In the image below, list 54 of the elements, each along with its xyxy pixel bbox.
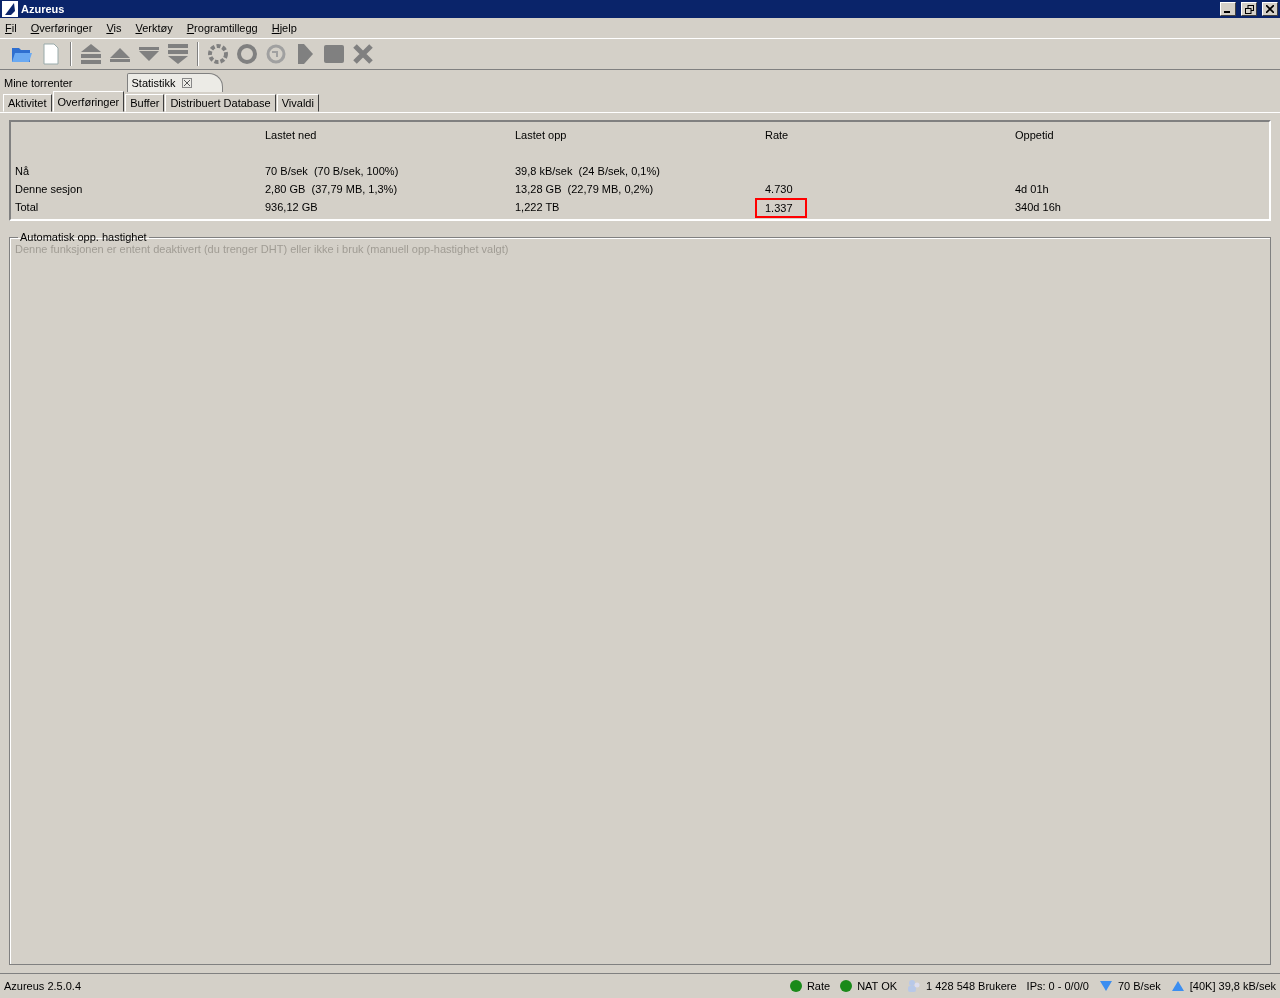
- highlighted-value: 1.337: [755, 198, 807, 218]
- window-title: Azureus: [21, 3, 66, 15]
- restore-icon: [1244, 4, 1254, 14]
- status-text: IPs: 0 - 0/0/0: [1026, 980, 1089, 992]
- download-arrow-icon: [1098, 980, 1113, 992]
- row-label: Nå: [15, 164, 31, 179]
- tab[interactable]: Aktivitet: [3, 94, 52, 112]
- close-icon[interactable]: [181, 78, 192, 88]
- menu-item[interactable]: Hjelp: [271, 22, 297, 34]
- status-text: [40K] 39,8 kB/sek: [1189, 980, 1276, 992]
- menu-item[interactable]: Programtillegg: [186, 22, 258, 34]
- status-text: NAT OK: [857, 980, 898, 992]
- table-cell-text: 39,8 kB/sek (24 B/sek, 0,1%): [515, 164, 661, 179]
- upload-arrow-icon: [1170, 980, 1185, 992]
- menu-item[interactable]: Verktøy: [135, 22, 173, 34]
- status-text: Rate: [806, 980, 831, 992]
- menu-item[interactable]: Overføringer: [30, 22, 93, 34]
- menu-item[interactable]: Vis: [106, 22, 122, 34]
- tab[interactable]: Buffer: [125, 94, 165, 112]
- stop-icon[interactable]: [322, 42, 346, 66]
- table-cell-text: 4d 01h: [1015, 182, 1050, 197]
- view-tab[interactable]: Statistikk: [127, 73, 223, 92]
- table-cell-text: 340d 16h: [1015, 200, 1062, 215]
- version-label: Azureus 2.5.0.4: [4, 980, 83, 992]
- status-text: 70 B/sek: [1117, 980, 1161, 992]
- users-icon: [907, 979, 922, 993]
- table-cell-text: 1,222 TB: [515, 200, 561, 215]
- table-cell-text: 4.730: [765, 182, 794, 197]
- view-tab[interactable]: Mine torrenter: [0, 73, 104, 92]
- tab[interactable]: Overføringer: [52, 91, 125, 112]
- column-header: Lastet ned: [265, 128, 318, 143]
- close-icon: [1266, 5, 1274, 13]
- move-bottom-icon[interactable]: [166, 42, 190, 66]
- group-title: Automatisk opp. hastighet: [19, 231, 148, 243]
- column-header: Oppetid: [1015, 128, 1055, 143]
- row-label: Denne sesjon: [15, 182, 84, 197]
- restore-button[interactable]: [1241, 2, 1257, 16]
- menu-item[interactable]: Fil: [5, 22, 17, 34]
- minimize-button[interactable]: [1220, 2, 1236, 16]
- move-top-icon[interactable]: [79, 42, 103, 66]
- table-cell-text: 13,28 GB (22,79 MB, 0,2%): [515, 182, 655, 197]
- column-header: Lastet opp: [515, 128, 568, 143]
- table-cell-text: 936,12 GB: [265, 200, 319, 215]
- status-text: 1 428 548 Brukere: [926, 980, 1017, 992]
- close-button[interactable]: [1262, 2, 1278, 16]
- table-cell-text: 70 B/sek (70 B/sek, 100%): [265, 164, 400, 179]
- tab[interactable]: Distribuert Database: [165, 94, 276, 112]
- table-cell-text: 2,80 GB (37,79 MB, 1,3%): [265, 182, 399, 197]
- gear-icon[interactable]: [206, 42, 230, 66]
- tab[interactable]: Vivaldi: [276, 94, 319, 112]
- circle-icon[interactable]: [235, 42, 259, 66]
- column-header: Rate: [765, 128, 790, 143]
- row-label: Total: [15, 200, 40, 215]
- remove-icon[interactable]: [351, 42, 375, 66]
